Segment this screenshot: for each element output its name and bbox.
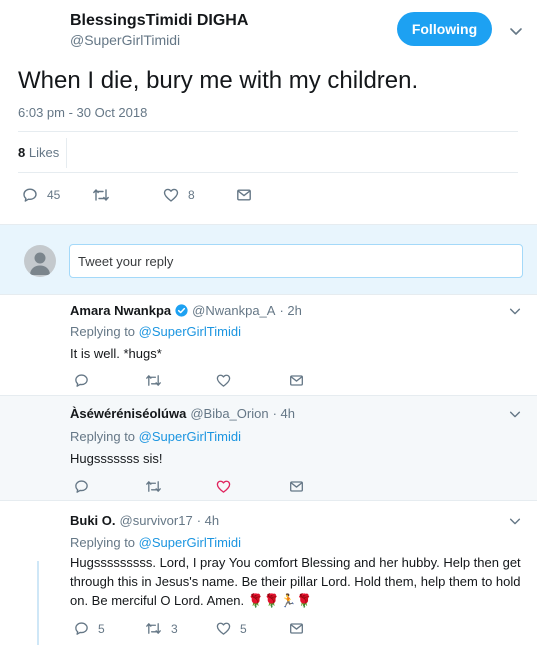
retweet-icon (145, 373, 162, 388)
direct-message-action[interactable] (289, 479, 304, 494)
retweet-action[interactable]: 3 (145, 621, 178, 636)
retweet-action[interactable] (145, 373, 162, 388)
replying-to-link[interactable]: @SuperGirlTimidi (139, 324, 241, 339)
reply-action[interactable]: 45 (22, 187, 60, 203)
reply-card[interactable]: Àséwéréniséolúwa @Biba_Orion · 4h Replyi… (0, 396, 537, 500)
retweet-icon (145, 621, 162, 636)
reply-time[interactable]: · 4h (273, 406, 295, 421)
reply-icon (74, 373, 89, 388)
reply-author-name[interactable]: Amara Nwankpa (70, 303, 171, 318)
heart-icon (216, 373, 231, 388)
replying-to: Replying to @SuperGirlTimidi (70, 429, 241, 444)
tweet-menu-chevron-icon[interactable] (508, 23, 524, 39)
envelope-icon (289, 621, 304, 636)
envelope-icon (236, 187, 252, 203)
reply-time[interactable]: · 4h (197, 513, 219, 528)
retweet-icon (92, 187, 110, 203)
stat-separator (66, 138, 67, 168)
likes-count: 8 (18, 145, 26, 160)
divider (18, 131, 518, 132)
reply-action[interactable] (74, 373, 89, 388)
tweet-text: When I die, bury me with my children. (18, 67, 419, 94)
reply-composer (0, 224, 537, 295)
reply-action[interactable] (74, 479, 89, 494)
heart-icon (163, 187, 179, 203)
reply-action[interactable]: 5 (74, 621, 105, 636)
reply-menu-chevron-icon[interactable] (508, 514, 522, 528)
retweet-action[interactable] (145, 479, 162, 494)
like-action-active[interactable] (216, 479, 231, 494)
direct-message-action[interactable] (236, 187, 252, 203)
reply-author-name[interactable]: Buki O. (70, 513, 116, 528)
thread-line (37, 561, 39, 645)
like-count: 8 (188, 188, 195, 202)
retweet-action[interactable] (92, 187, 110, 203)
heart-icon (216, 479, 231, 494)
verified-badge-icon (175, 304, 188, 317)
reply-icon (22, 187, 38, 203)
reply-icon (74, 621, 89, 636)
reply-author-handle[interactable]: @Biba_Orion (190, 406, 268, 421)
tweet-timestamp[interactable]: 6:03 pm - 30 Oct 2018 (18, 105, 147, 120)
avatar (24, 245, 56, 277)
reply-time[interactable]: · 2h (279, 303, 301, 318)
retweet-icon (145, 479, 162, 494)
replying-prefix: Replying to (70, 324, 136, 339)
reply-author-handle[interactable]: @Nwankpa_A (192, 303, 275, 318)
like-count: 5 (240, 621, 247, 636)
replying-prefix: Replying to (70, 535, 136, 550)
replying-to: Replying to @SuperGirlTimidi (70, 324, 241, 339)
reply-card[interactable]: Buki O. @survivor17 · 4h Replying to @Su… (0, 501, 537, 646)
reply-text: Hugsssssssss. Lord, I pray You comfort B… (70, 555, 521, 608)
reply-icon (74, 479, 89, 494)
reply-input[interactable] (69, 244, 523, 278)
retweet-count: 3 (171, 621, 178, 636)
replying-prefix: Replying to (70, 429, 136, 444)
heart-icon (216, 621, 231, 636)
likes-label: Likes (28, 145, 60, 160)
like-action[interactable] (216, 373, 231, 388)
following-button[interactable]: Following (397, 12, 492, 46)
envelope-icon (289, 479, 304, 494)
replying-to: Replying to @SuperGirlTimidi (70, 535, 241, 550)
envelope-icon (289, 373, 304, 388)
direct-message-action[interactable] (289, 373, 304, 388)
reply-menu-chevron-icon[interactable] (508, 304, 522, 318)
reply-author-handle[interactable]: @survivor17 (120, 513, 193, 528)
like-action[interactable]: 8 (163, 187, 195, 203)
reply-author-name[interactable]: Àséwéréniséolúwa (70, 406, 186, 421)
replying-to-link[interactable]: @SuperGirlTimidi (139, 429, 241, 444)
reply-count: 5 (98, 621, 105, 636)
reply-menu-chevron-icon[interactable] (508, 407, 522, 421)
divider (18, 172, 518, 173)
direct-message-action[interactable] (289, 621, 304, 636)
reply-text: Hugsssssss sis! (70, 451, 163, 466)
reply-count: 45 (47, 188, 61, 202)
likes-stat[interactable]: 8 Likes (18, 145, 59, 160)
tweet-author-name[interactable]: BlessingsTimidi DIGHA (70, 12, 248, 30)
reply-text: It is well. *hugs* (70, 346, 162, 361)
like-action[interactable]: 5 (216, 621, 247, 636)
reply-card[interactable]: Amara Nwankpa @Nwankpa_A · 2h Replying t… (0, 296, 537, 394)
replying-to-link[interactable]: @SuperGirlTimidi (139, 535, 241, 550)
tweet-author-handle[interactable]: @SuperGirlTimidi (70, 32, 180, 48)
